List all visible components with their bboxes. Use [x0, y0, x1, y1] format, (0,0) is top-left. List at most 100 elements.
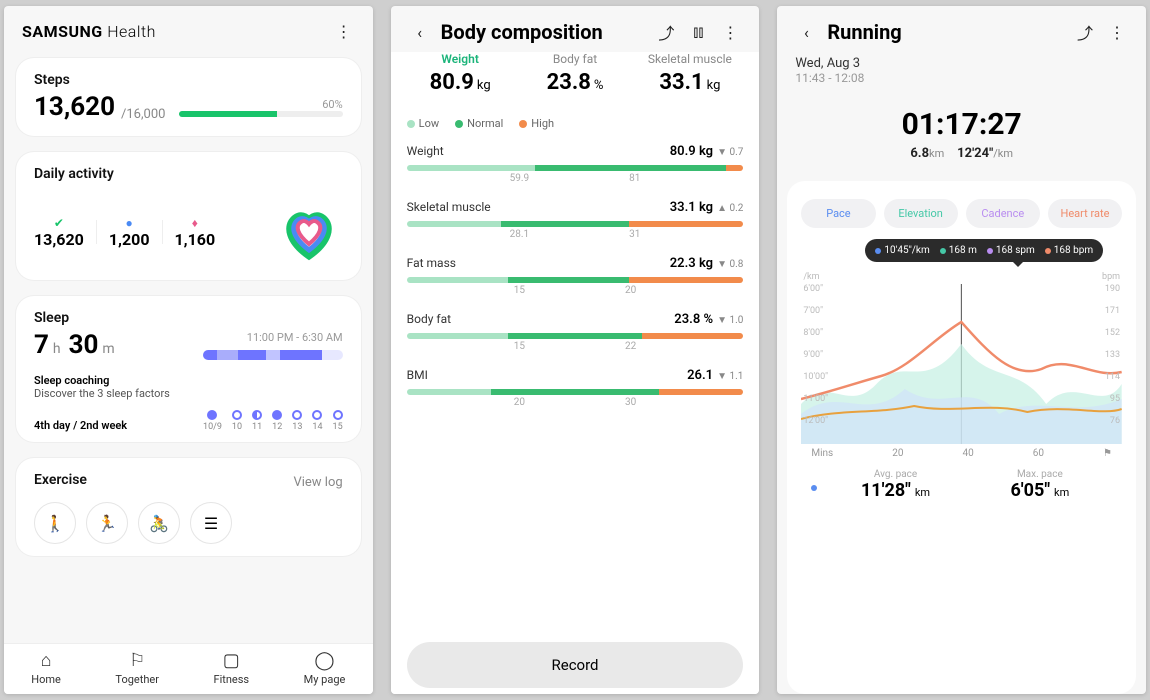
run-distance: 6.8 [910, 146, 929, 161]
brand-samsung: SAMSUNG [22, 22, 103, 41]
sleep-bar [203, 350, 343, 360]
max-pace-label: Max. pace [968, 469, 1112, 480]
run-summary: 01:17:27 6.8km 12'24"/km [777, 89, 1146, 169]
range-bar [407, 165, 744, 171]
summary-weight[interactable]: Weight 80.9kg [403, 52, 518, 95]
metric-row[interactable]: Fat mass 22.3 kg▼ 0.8 1520 [391, 250, 760, 306]
app-brand: SAMSUNG Health [22, 22, 156, 41]
nav-home[interactable]: ⌂ Home [31, 650, 61, 686]
more-exercises-button[interactable]: ☰ [190, 502, 232, 544]
cycle-button[interactable]: 🚴 [138, 502, 180, 544]
metric-row[interactable]: Body fat 23.8 %▼ 1.0 1522 [391, 306, 760, 362]
run-pace: 12'24" [957, 146, 993, 161]
chart-tabs: Pace Elevation Cadence Heart rate [791, 193, 1132, 234]
chart-tooltip: 10'45"/km 168 m 168 spm 168 bpm [865, 239, 1103, 262]
run-duration: 01:17:27 [777, 107, 1146, 142]
run-header: ‹ Running ⤴ ⋮ [777, 6, 1146, 52]
tab-elevation[interactable]: Elevation [884, 199, 958, 228]
home-screen: SAMSUNG Health ⋮ Steps 13,620 /16,000 60… [4, 6, 373, 694]
flame-icon: ♦ [175, 216, 216, 230]
sleep-day[interactable]: 10 [232, 410, 242, 432]
steps-icon: ✔ [34, 216, 84, 230]
range-bar [407, 389, 744, 395]
walk-button[interactable]: 🚶 [34, 502, 76, 544]
sleep-coach-title: Sleep coaching [34, 374, 343, 387]
avg-pace-label: Avg. pace [823, 469, 967, 480]
metric-row[interactable]: Skeletal muscle 33.1 kg▲ 0.2 28.131 [391, 194, 760, 250]
exercise-title: Exercise [34, 472, 87, 488]
tab-heartrate[interactable]: Heart rate [1048, 199, 1122, 228]
x-axis: Mins 20 40 60 ⚑ [791, 448, 1132, 459]
steps-card[interactable]: Steps 13,620 /16,000 60% [16, 58, 361, 136]
sleep-day[interactable]: 15 [333, 410, 343, 432]
sleep-day[interactable]: 11 [252, 410, 262, 432]
steps-count: 13,620 [34, 92, 115, 122]
avg-pace: 11'28" [861, 480, 911, 501]
more-icon[interactable]: ⋮ [333, 20, 355, 42]
exercise-card[interactable]: Exercise View log 🚶 🏃 🚴 ☰ [16, 458, 361, 556]
range-bar [407, 221, 744, 227]
bottom-nav: ⌂ Home ⚐ Together ▢ Fitness ◯ My page [4, 643, 373, 694]
share-icon[interactable]: ⤴ [655, 21, 677, 43]
record-button[interactable]: Record [407, 642, 744, 688]
more-icon[interactable]: ⋮ [719, 21, 741, 43]
chart-icon[interactable]: ⫾⫾ [687, 21, 709, 43]
nav-mypage[interactable]: ◯ My page [304, 650, 346, 686]
sleep-day[interactable]: 14 [312, 410, 322, 432]
steps-progress-bar [179, 111, 342, 117]
activity-ring-icon [275, 198, 343, 266]
page-title: Body composition [441, 20, 603, 44]
sleep-day[interactable]: 12 [272, 410, 282, 432]
clock-icon: ● [109, 216, 150, 230]
run-date: Wed, Aug 3 [795, 56, 1128, 71]
back-icon[interactable]: ‹ [409, 21, 431, 43]
metric-row[interactable]: Weight 80.9 kg▼ 0.7 59.981 [391, 138, 760, 194]
running-screen: ‹ Running ⤴ ⋮ Wed, Aug 3 11:43 - 12:08 0… [777, 6, 1146, 694]
sleep-days-row: 10/9 10 11 12 13 14 15 [203, 410, 343, 432]
back-icon[interactable]: ‹ [795, 21, 817, 43]
max-pace: 6'05" [1010, 480, 1050, 501]
share-icon[interactable]: ⤴ [1074, 21, 1096, 43]
range-bar [407, 333, 744, 339]
summary-row: Weight 80.9kg Body fat 23.8% Skeletal mu… [391, 52, 760, 109]
flag-icon: ⚐ [129, 650, 145, 671]
tab-cadence[interactable]: Cadence [966, 199, 1040, 228]
daily-activity-card[interactable]: Daily activity ✔ 13,620 ● 1,200 ♦ 1,160 [16, 152, 361, 280]
body-composition-screen: ‹ Body composition ⤴ ⫾⫾ ⋮ Weight 80.9kg … [391, 6, 760, 694]
daily-calories: 1,160 [175, 230, 216, 249]
sleep-day-dot [292, 410, 302, 420]
nav-fitness[interactable]: ▢ Fitness [213, 650, 249, 686]
summary-bodyfat[interactable]: Body fat 23.8% [518, 52, 633, 95]
daily-title: Daily activity [34, 166, 343, 182]
sleep-minutes: 30 [69, 330, 99, 360]
nav-together[interactable]: ⚐ Together [115, 650, 159, 686]
multi-line-chart[interactable]: /km bpm 6'00"7'00"8'00"9'00"10'00"11'00"… [801, 284, 1122, 444]
tab-pace[interactable]: Pace [801, 199, 875, 228]
steps-target: 16,000 [126, 107, 165, 122]
sleep-day-dot [252, 410, 262, 420]
sleep-range: 11:00 PM - 6:30 AM [203, 331, 343, 344]
view-log-link[interactable]: View log [293, 475, 342, 490]
legend: Low Normal High [391, 109, 760, 138]
sleep-day-dot [272, 410, 282, 420]
metric-row[interactable]: BMI 26.1▼ 1.1 2030 [391, 362, 760, 418]
run-button[interactable]: 🏃 [86, 502, 128, 544]
chart-card: Pace Elevation Cadence Heart rate 10'45"… [787, 181, 1136, 694]
walk-icon: 🚶 [45, 514, 65, 533]
person-icon: ◯ [314, 650, 334, 671]
steps-title: Steps [34, 72, 343, 88]
pace-summary: Avg. pace 11'28" km Max. pace 6'05" km [791, 459, 1132, 511]
more-icon[interactable]: ⋮ [1106, 21, 1128, 43]
sleep-day[interactable]: 10/9 [203, 410, 222, 432]
sleep-day[interactable]: 13 [292, 410, 302, 432]
list-icon: ☰ [204, 514, 218, 533]
range-bar [407, 277, 744, 283]
home-icon: ⌂ [41, 650, 52, 671]
sleep-coach-sub: Discover the 3 sleep factors [34, 387, 343, 400]
sleep-card[interactable]: Sleep 7 h 30 m 11:00 PM - 6:30 AM Sleep … [16, 296, 361, 442]
video-icon: ▢ [223, 650, 240, 671]
cycle-icon: 🚴 [149, 514, 169, 533]
daily-active-time: 1,200 [109, 230, 150, 249]
summary-muscle[interactable]: Skeletal muscle 33.1kg [632, 52, 747, 95]
run-icon: 🏃 [97, 514, 117, 533]
